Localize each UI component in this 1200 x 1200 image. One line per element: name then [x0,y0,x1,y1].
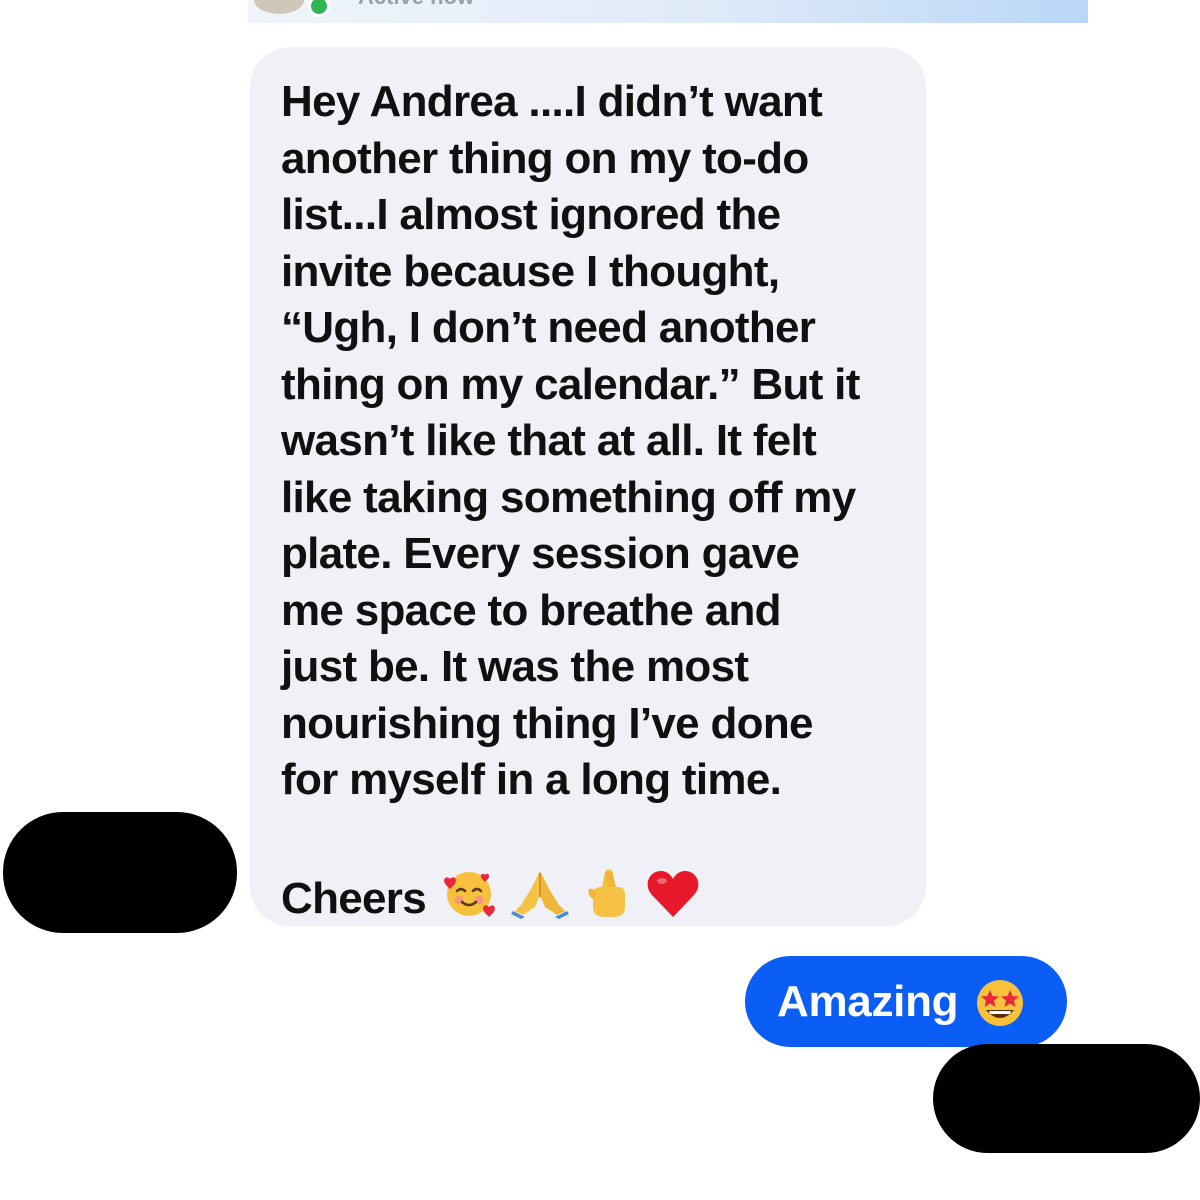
outgoing-message-text: Amazing [777,976,959,1026]
redacted-timestamp [933,1044,1200,1153]
message-line: for myself in a long time. [281,755,782,804]
message-line: Hey Andrea ....I didn’t want [281,77,823,126]
message-line: list...I almost ignored the [281,190,781,239]
active-status-text: Active now [358,0,474,8]
outgoing-message-bubble[interactable]: Amazing [745,956,1067,1047]
message-line: plate. Every session gave [281,529,800,578]
message-line: nourishing thing I’ve done [281,698,813,748]
crossed-fingers-icon [588,869,625,917]
message-line: invite because I thought, [281,246,780,296]
folded-hands-icon [511,871,570,919]
contact-avatar[interactable] [254,0,304,14]
active-status-dot [308,0,330,17]
message-signoff-line: Cheers [281,865,904,923]
message-line: “Ugh, I don’t need another [281,303,816,352]
smiling-face-with-hearts-icon [443,872,495,917]
message-line: like taking something off my [281,472,856,522]
message-line: another thing on my to-do [281,133,809,183]
star-struck-icon [977,979,1024,1026]
red-heart-icon [647,871,699,917]
redacted-avatar [3,812,237,933]
message-line: just be. It was the most [281,642,749,691]
incoming-message-bubble[interactable]: Hey Andrea ....I didn’t want another thi… [250,47,926,926]
chat-header[interactable]: Active now [248,0,1088,23]
message-line: thing on my calendar.” But it [281,359,860,409]
signoff-text: Cheers [281,874,427,923]
message-line: me space to breathe and [281,585,782,635]
chat-screen: Active now Hey Andrea ....I didn’t want … [0,0,1200,1200]
message-line: wasn’t like that at all. It felt [281,416,817,465]
